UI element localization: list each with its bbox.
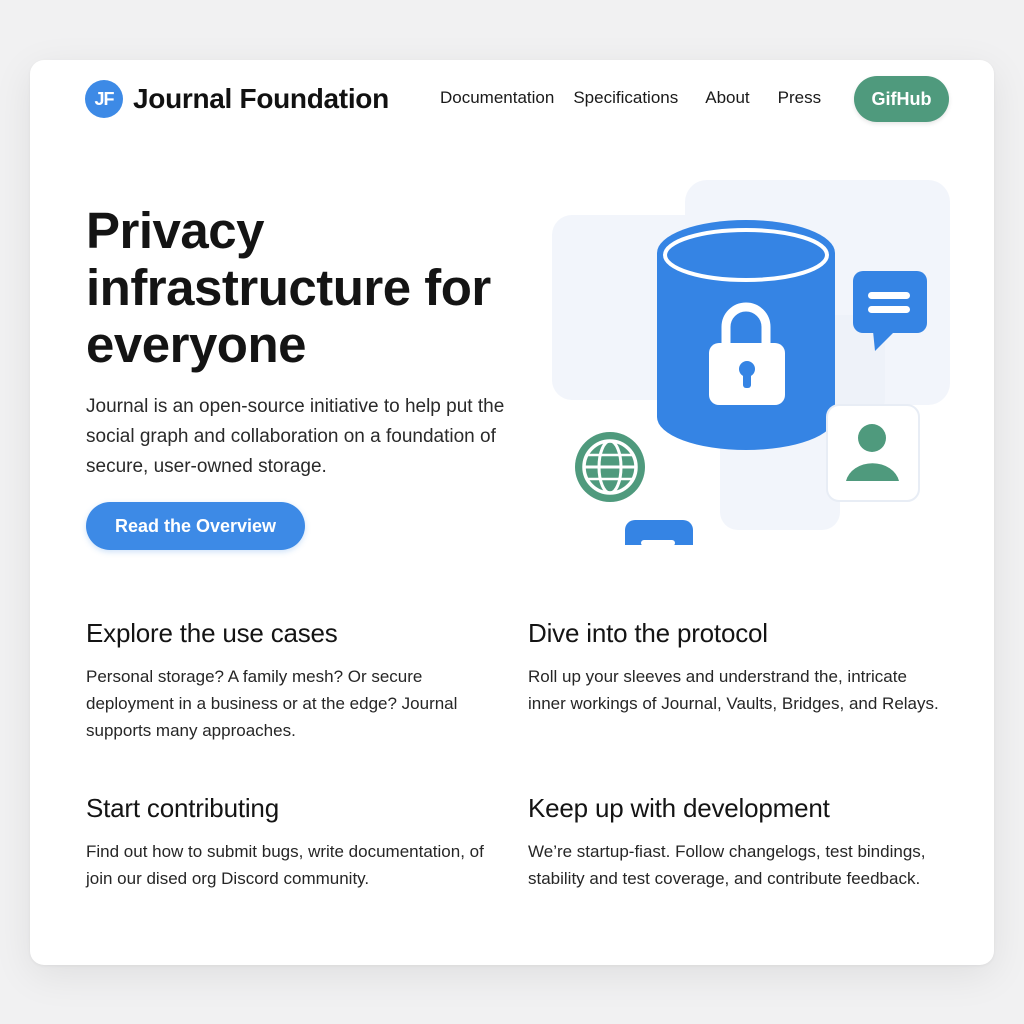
hero-title: Privacy infrastructure for everyone (86, 202, 491, 373)
page-card: JF Journal Foundation Documentation Spec… (30, 60, 994, 965)
message-icon (625, 520, 693, 545)
nav-press[interactable]: Press (778, 88, 821, 108)
logo-text: Journal Foundation (133, 83, 389, 114)
site-logo[interactable]: JF Journal Foundation (85, 80, 389, 118)
nav-documentation[interactable]: Documentation (440, 88, 554, 108)
feature-title[interactable]: Explore the use cases (86, 618, 506, 649)
feature-contributing: Start contributing Find out how to submi… (86, 793, 506, 892)
feature-text: Personal storage? A family mesh? Or secu… (86, 667, 458, 740)
github-button[interactable]: GifHub (854, 76, 949, 122)
nav-about[interactable]: About (705, 88, 749, 108)
feature-text: Find out how to submit bugs, write docum… (86, 842, 484, 888)
read-overview-button[interactable]: Read the Overview (86, 502, 305, 550)
hero-illustration (552, 180, 950, 545)
feature-title[interactable]: Start contributing (86, 793, 506, 824)
nav-specifications[interactable]: Specifications (573, 88, 678, 108)
logo-mark: JF (85, 80, 123, 118)
feature-title[interactable]: Keep up with development (528, 793, 948, 824)
hero-description: Journal is an open-source initiative to … (86, 396, 505, 477)
feature-use-cases: Explore the use cases Personal storage? … (86, 618, 506, 744)
main-nav: Documentation Specifications About Press (440, 88, 821, 108)
feature-text: We’re startup-fiast. Follow changelogs, … (528, 842, 926, 888)
user-icon (826, 404, 920, 502)
database-icon (657, 220, 835, 450)
globe-icon (575, 432, 645, 502)
feature-text: Roll up your sleeves and understrand the… (528, 667, 939, 713)
feature-title[interactable]: Dive into the protocol (528, 618, 948, 649)
feature-protocol: Dive into the protocol Roll up your slee… (528, 618, 948, 717)
feature-development: Keep up with development We’re startup-f… (528, 793, 948, 892)
